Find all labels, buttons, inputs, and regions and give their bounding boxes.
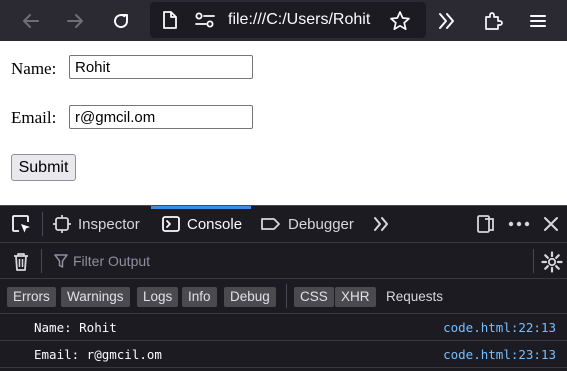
console-message: Name: Rohit code.html:22:13 (0, 314, 567, 341)
url-text: file:///C:/Users/Rohit (228, 11, 371, 28)
overflow-menu-button[interactable] (430, 4, 464, 38)
filter-debug-button[interactable]: Debug (224, 287, 276, 307)
submit-button[interactable]: Submit (11, 154, 76, 181)
clear-console-button[interactable] (11, 251, 31, 278)
console-message-source-link[interactable]: code.html:23:13 (443, 347, 556, 362)
trash-icon (14, 253, 28, 271)
filter-icon (54, 253, 68, 274)
debugger-icon (261, 218, 280, 230)
back-button[interactable] (14, 4, 48, 38)
filter-requests-button[interactable]: Requests (380, 287, 449, 307)
forward-arrow-icon (67, 14, 83, 28)
console-filter-bar: Filter Output (0, 242, 567, 279)
site-permissions-icon[interactable] (194, 10, 216, 35)
more-dots-icon (508, 221, 530, 227)
tab-inspector-label: Inspector (78, 215, 140, 233)
category-separator (286, 284, 287, 308)
more-tools-button[interactable] (372, 206, 392, 242)
back-arrow-icon (23, 14, 39, 28)
console-message-text: Name: Rohit (34, 320, 117, 335)
gear-icon (541, 251, 563, 273)
puzzle-icon (485, 12, 503, 30)
app-menu-button[interactable] (521, 4, 555, 38)
element-picker-button[interactable] (10, 206, 32, 242)
browser-toolbar: file:///C:/Users/Rohit (0, 0, 567, 41)
email-input[interactable] (69, 105, 253, 129)
double-chevron-right-icon (374, 217, 388, 231)
filter-info-button[interactable]: Info (182, 287, 217, 307)
console-icon (162, 216, 180, 232)
inspector-icon (53, 215, 71, 233)
bookmark-button[interactable] (383, 4, 417, 38)
filter-warnings-button[interactable]: Warnings (61, 287, 130, 307)
page-icon (162, 10, 178, 35)
filter-logs-button[interactable]: Logs (137, 287, 179, 307)
star-icon (390, 11, 410, 31)
tab-console[interactable]: Console (161, 206, 242, 242)
responsive-mode-icon (477, 215, 494, 233)
tab-inspector[interactable]: Inspector (52, 206, 140, 242)
element-picker-icon (12, 215, 30, 233)
devtools-menu-button[interactable] (507, 206, 531, 242)
hamburger-menu-icon (530, 15, 546, 27)
devtools-tab-bar: Inspector Console Debugger (0, 205, 567, 242)
reload-button[interactable] (104, 4, 138, 38)
console-message: Email: r@gmcil.om code.html:23:13 (0, 341, 567, 368)
console-message-source-link[interactable]: code.html:22:13 (443, 320, 556, 335)
filter-xhr-button[interactable]: XHR (335, 287, 376, 307)
tab-debugger-label: Debugger (288, 215, 354, 233)
console-settings-button[interactable] (541, 251, 563, 278)
toolbar-separator (42, 212, 43, 236)
filter-errors-button[interactable]: Errors (7, 287, 56, 307)
double-chevron-right-icon (439, 13, 454, 29)
reload-icon (114, 14, 129, 29)
filter-separator (41, 249, 42, 273)
email-label: Email: (11, 108, 57, 127)
close-icon (544, 217, 558, 231)
dock-options-button[interactable] (476, 206, 496, 242)
filter-css-button[interactable]: CSS (294, 287, 334, 307)
console-message-text: Email: r@gmcil.om (34, 347, 162, 362)
extensions-button[interactable] (476, 4, 510, 38)
forward-button[interactable] (58, 4, 92, 38)
tab-debugger[interactable]: Debugger (260, 206, 354, 242)
name-input[interactable] (69, 55, 253, 79)
log-category-bar: Errors Warnings Logs Info Debug CSS XHR … (0, 279, 567, 314)
tab-console-label: Console (187, 215, 243, 233)
name-label: Name: (11, 59, 57, 78)
page-content: Name: Email: Submit (0, 41, 567, 205)
close-devtools-button[interactable] (542, 206, 560, 242)
filter-output-input[interactable]: Filter Output (73, 253, 150, 269)
settings-separator (533, 249, 534, 273)
